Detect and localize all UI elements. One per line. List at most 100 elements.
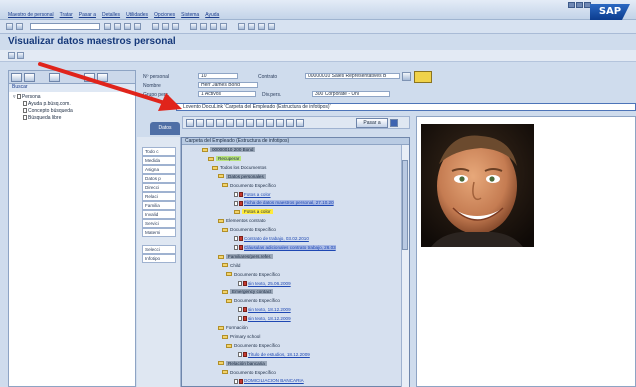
save-icon[interactable] bbox=[104, 23, 111, 30]
find-next-icon[interactable] bbox=[172, 23, 179, 30]
menu-item-tratar[interactable]: Tratar bbox=[60, 12, 73, 18]
info-icon[interactable] bbox=[390, 119, 398, 127]
tree-row[interactable]: Emergency contact bbox=[222, 288, 274, 295]
tree-row[interactable]: Ficha de datos maestros personal, 27.10.… bbox=[234, 199, 334, 206]
settings-icon[interactable] bbox=[97, 73, 108, 82]
tree-item-ayuda[interactable]: Ayuda p.búsq.com. bbox=[23, 101, 71, 107]
list-icon[interactable] bbox=[17, 52, 24, 59]
tree-row[interactable]: Familiares/pers.refer. bbox=[218, 253, 274, 260]
tree-row[interactable]: Documento Específico bbox=[226, 297, 280, 304]
last-page-icon[interactable] bbox=[220, 23, 227, 30]
next-page-icon[interactable] bbox=[210, 23, 217, 30]
sort-icon[interactable] bbox=[246, 119, 254, 127]
attach-icon[interactable] bbox=[286, 119, 294, 127]
menu-item-detalles[interactable]: Detalles bbox=[102, 12, 120, 18]
tree-item-persona[interactable]: ▿ Persona bbox=[13, 94, 41, 100]
cancel-icon[interactable] bbox=[134, 23, 141, 30]
infotype-row[interactable]: Materni bbox=[142, 228, 176, 237]
menu-item-sistema[interactable]: Sistema bbox=[181, 12, 199, 18]
search-icon[interactable] bbox=[276, 119, 284, 127]
document-icon bbox=[238, 351, 242, 357]
help-icon[interactable] bbox=[402, 72, 411, 81]
tree-row[interactable]: Documento Específico bbox=[226, 271, 280, 278]
menu-item-opciones[interactable]: Opciones bbox=[154, 12, 175, 18]
upload-icon[interactable] bbox=[256, 119, 264, 127]
tree-row[interactable]: Documento Específico bbox=[222, 369, 276, 376]
infotype-row[interactable]: Todo c bbox=[142, 147, 176, 156]
collapse-icon[interactable] bbox=[11, 73, 22, 82]
overview-icon[interactable] bbox=[8, 52, 15, 59]
print-icon[interactable] bbox=[152, 23, 159, 30]
tree-row[interactable]: Formación bbox=[218, 324, 248, 331]
expand-icon[interactable] bbox=[24, 73, 35, 82]
download-icon[interactable] bbox=[266, 119, 274, 127]
refresh-icon[interactable] bbox=[206, 119, 214, 127]
selection-icon[interactable] bbox=[49, 73, 60, 82]
back-icon[interactable] bbox=[186, 119, 194, 127]
tree-row[interactable]: Título de estudios, 18.12.2009 bbox=[238, 351, 310, 358]
menu-item-maestro-de-personal[interactable]: Maestro de personal bbox=[8, 12, 54, 18]
infotype-row[interactable]: Invalid bbox=[142, 210, 176, 219]
find-icon[interactable] bbox=[162, 23, 169, 30]
menu-item-utilidades[interactable]: Utilidades bbox=[126, 12, 148, 18]
tree-row[interactable]: Fotos a color bbox=[234, 191, 271, 198]
tree-row[interactable]: Cláusulas adicionales contrato trabajo, … bbox=[234, 244, 336, 251]
tree-row[interactable]: 00000010 200 Bond bbox=[202, 146, 256, 153]
personal-field[interactable]: 10 bbox=[198, 73, 238, 79]
pasar-a-button[interactable]: Pasar a bbox=[356, 118, 388, 128]
settings-icon[interactable] bbox=[296, 119, 304, 127]
infotype-row[interactable]: Servici bbox=[142, 219, 176, 228]
first-page-icon[interactable] bbox=[190, 23, 197, 30]
filter-icon[interactable] bbox=[84, 73, 95, 82]
menu-item-pasar-a[interactable]: Pasar a bbox=[79, 12, 96, 18]
dropdown-icon[interactable] bbox=[16, 23, 23, 30]
infotype-row[interactable]: Medida bbox=[142, 156, 176, 165]
tab-datos[interactable]: Datos bbox=[150, 122, 180, 135]
tree-row[interactable]: Documento Específico bbox=[222, 182, 276, 189]
display-icon[interactable] bbox=[216, 119, 224, 127]
new-session-icon[interactable] bbox=[238, 23, 245, 30]
maximize-icon[interactable] bbox=[576, 2, 583, 8]
contrato-field[interactable]: 00000010 Sales Representatives B bbox=[305, 73, 400, 79]
infotype-row[interactable]: Asigna bbox=[142, 165, 176, 174]
tree-row[interactable]: Fotos a color bbox=[234, 208, 273, 215]
tree-row[interactable]: Todos los Documentos bbox=[212, 164, 266, 171]
help-icon[interactable] bbox=[258, 23, 265, 30]
tree-row[interactable]: Recuperar bbox=[208, 155, 242, 162]
tree-row[interactable]: Relación bancaria bbox=[218, 360, 267, 367]
print-icon[interactable] bbox=[226, 119, 234, 127]
infotype-row[interactable]: Infotipo bbox=[142, 254, 176, 263]
menu-item-ayuda[interactable]: Ayuda bbox=[205, 12, 219, 18]
scrollbar-thumb[interactable] bbox=[402, 160, 408, 250]
tree-row[interactable]: sin texto, 25.06.2009 bbox=[238, 280, 291, 287]
tree-row[interactable]: Primary school bbox=[222, 333, 260, 340]
tree-item-concepto[interactable]: Concepto búsqueda bbox=[23, 108, 73, 114]
tree-row[interactable]: DOMICILIACION BANCARIA bbox=[234, 377, 304, 384]
infotype-row[interactable]: Direcci bbox=[142, 183, 176, 192]
layout-icon[interactable] bbox=[268, 23, 275, 30]
tree-row[interactable]: Contrato de trabajo, 03.02.2010 bbox=[234, 235, 309, 242]
tree-item-busqueda-libre[interactable]: Búsqueda libre bbox=[23, 115, 61, 121]
back-icon[interactable] bbox=[114, 23, 121, 30]
tree-row[interactable]: sin texto, 18.12.2009 bbox=[238, 306, 291, 313]
tree-row[interactable]: Child bbox=[222, 262, 240, 269]
employee-photo-icon[interactable] bbox=[414, 71, 432, 83]
infotype-row[interactable]: Familia bbox=[142, 201, 176, 210]
tree-row[interactable]: Datos personales bbox=[218, 173, 266, 180]
minimize-icon[interactable] bbox=[568, 2, 575, 8]
filter-icon[interactable] bbox=[236, 119, 244, 127]
tree-row[interactable]: Documento Específico bbox=[222, 226, 276, 233]
forward-icon[interactable] bbox=[196, 119, 204, 127]
infotype-row[interactable]: Datos p bbox=[142, 174, 176, 183]
shortcut-icon[interactable] bbox=[248, 23, 255, 30]
tree-row[interactable]: sin texto, 18.12.2009 bbox=[238, 315, 291, 322]
prev-page-icon[interactable] bbox=[200, 23, 207, 30]
command-field[interactable] bbox=[30, 23, 100, 30]
tree-row[interactable]: Documento Específico bbox=[226, 342, 280, 349]
infotype-row[interactable]: Relaci bbox=[142, 192, 176, 201]
tree-row[interactable]: Elementos contrato bbox=[218, 217, 266, 224]
close-icon[interactable] bbox=[584, 2, 591, 8]
exit-icon[interactable] bbox=[124, 23, 131, 30]
infotype-row[interactable]: Selecci bbox=[142, 245, 176, 254]
enter-icon[interactable] bbox=[6, 23, 13, 30]
